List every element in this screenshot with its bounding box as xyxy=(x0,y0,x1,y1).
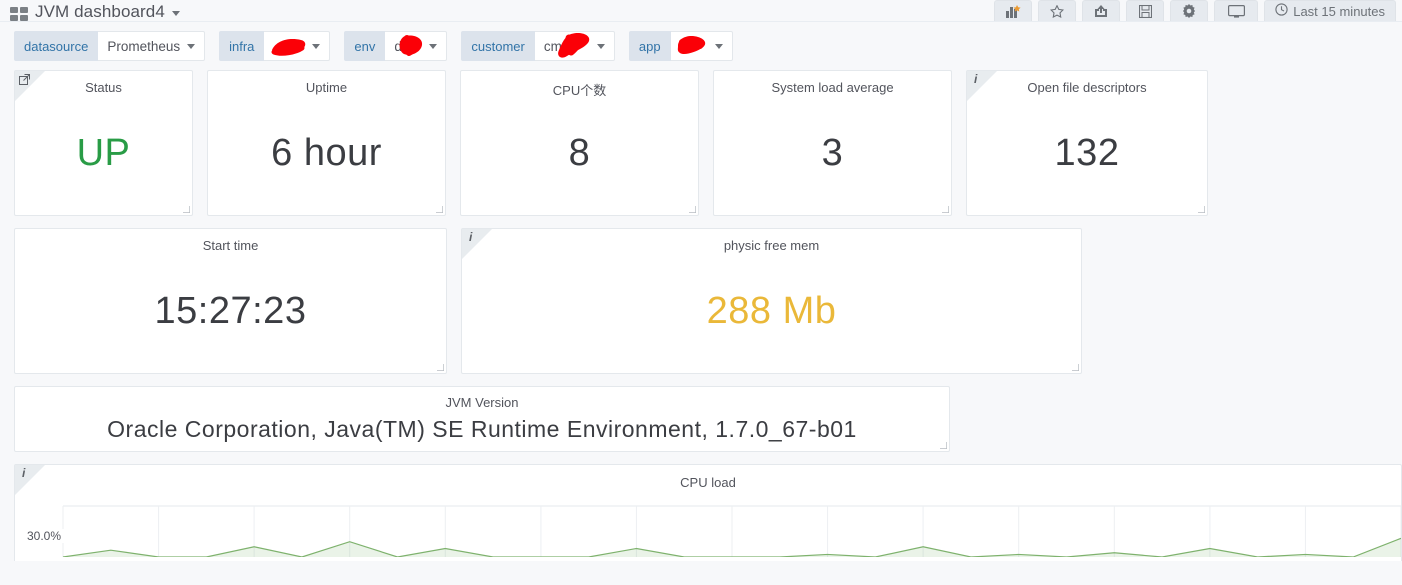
panel-title: Open file descriptors xyxy=(1027,80,1147,95)
star-button[interactable] xyxy=(1038,0,1077,21)
cpu-load-chart[interactable]: 30.0% xyxy=(15,491,1401,557)
graph-row: i CPU load 30.0% xyxy=(0,464,1402,561)
panel-title: CPU个数 xyxy=(552,83,607,98)
redaction-mark xyxy=(268,33,310,59)
template-var-value[interactable] xyxy=(670,31,733,61)
panel-jvm-version[interactable]: JVM Version Oracle Corporation, Java(TM)… xyxy=(14,386,950,452)
redaction-mark xyxy=(672,32,712,60)
panel-resize-handle[interactable] xyxy=(1196,204,1205,213)
panel-value: 3 xyxy=(821,131,844,174)
template-var-customer[interactable]: customer cm xyxy=(461,31,615,61)
template-var-label: infra xyxy=(219,31,265,61)
save-button[interactable] xyxy=(1126,0,1165,21)
panel-value: 8 xyxy=(568,131,591,174)
chevron-down-icon xyxy=(596,43,605,49)
page-title[interactable]: JVM dashboard4 xyxy=(35,3,165,21)
y-axis-tick-label: 30.0% xyxy=(27,529,65,543)
panel-title: JVM Version xyxy=(445,395,519,410)
panel-open-file-descriptors[interactable]: i Open file descriptors 132 xyxy=(966,70,1208,216)
panel-value: 288 Mb xyxy=(706,289,837,332)
panel-row-3: JVM Version Oracle Corporation, Java(TM)… xyxy=(14,386,1388,452)
template-var-env[interactable]: env d xyxy=(344,31,448,61)
panel-resize-handle[interactable] xyxy=(687,204,696,213)
template-var-value[interactable]: d xyxy=(385,31,448,61)
panel-uptime[interactable]: Uptime 6 hour xyxy=(207,70,446,216)
panel-system-load-average[interactable]: System load average 3 xyxy=(713,70,952,216)
panel-resize-handle[interactable] xyxy=(181,204,190,213)
panel-title: physic free mem xyxy=(723,238,820,253)
chevron-down-icon xyxy=(714,43,723,49)
panel-title: CPU load xyxy=(680,475,736,490)
time-range-picker[interactable]: Last 15 minutes xyxy=(1264,0,1396,21)
panel-title: Start time xyxy=(202,238,259,253)
panel-info-corner[interactable] xyxy=(967,71,997,101)
template-var-infra[interactable]: infra xyxy=(219,31,331,61)
template-var-datasource[interactable]: datasource Prometheus xyxy=(14,31,206,61)
top-navbar: JVM dashboard4 Last 15 minutes xyxy=(0,0,1402,22)
info-icon[interactable]: i xyxy=(469,231,472,243)
info-icon[interactable]: i xyxy=(22,467,25,479)
panel-value: 15:27:23 xyxy=(154,289,307,332)
cpu-load-chart-svg xyxy=(62,505,1401,557)
time-range-label: Last 15 minutes xyxy=(1293,3,1385,19)
panel-resize-handle[interactable] xyxy=(1070,362,1079,371)
dashboard-grid-icon xyxy=(10,7,28,21)
panel-resize-handle[interactable] xyxy=(435,362,444,371)
template-var-value[interactable] xyxy=(264,31,331,61)
navbar-left: JVM dashboard4 xyxy=(10,3,180,21)
clock-icon xyxy=(1275,3,1288,19)
template-var-value-text: cm xyxy=(543,38,562,54)
chevron-down-icon[interactable] xyxy=(171,11,180,16)
external-link-icon[interactable] xyxy=(19,74,30,85)
panel-resize-handle[interactable] xyxy=(940,204,949,213)
template-var-value-text: Prometheus xyxy=(107,38,181,54)
template-var-label: env xyxy=(344,31,386,61)
panel-cpu-count[interactable]: CPU个数 8 xyxy=(460,70,699,216)
template-var-label: customer xyxy=(461,31,535,61)
share-button[interactable] xyxy=(1082,0,1121,21)
panel-row-2: Start time 15:27:23 i physic free mem 28… xyxy=(14,228,1388,374)
template-var-label: datasource xyxy=(14,31,99,61)
panel-physic-free-mem[interactable]: i physic free mem 288 Mb xyxy=(461,228,1082,374)
dashboard-body: Status UP Uptime 6 hour CPU个数 8 System l… xyxy=(0,70,1402,452)
panel-resize-handle[interactable] xyxy=(434,204,443,213)
panel-value: UP xyxy=(76,131,131,174)
panel-row-1: Status UP Uptime 6 hour CPU个数 8 System l… xyxy=(14,70,1388,216)
add-panel-button[interactable] xyxy=(994,0,1033,21)
settings-button[interactable] xyxy=(1170,0,1209,21)
kiosk-button[interactable] xyxy=(1214,0,1259,21)
template-var-value-text: d xyxy=(394,38,402,54)
panel-cpu-load[interactable]: i CPU load 30.0% xyxy=(14,464,1402,561)
template-var-label: app xyxy=(628,31,671,61)
panel-value: 132 xyxy=(1054,131,1120,174)
template-variables-bar: datasource Prometheus infra env d custom… xyxy=(0,22,1402,70)
template-var-value[interactable]: cm xyxy=(534,31,615,61)
panel-title: System load average xyxy=(771,80,894,95)
panel-value: Oracle Corporation, Java(TM) SE Runtime … xyxy=(107,415,857,442)
info-icon[interactable]: i xyxy=(974,73,977,85)
chevron-down-icon xyxy=(312,43,321,49)
template-var-value[interactable]: Prometheus xyxy=(98,31,206,61)
template-var-app[interactable]: app xyxy=(628,31,733,61)
panel-info-corner[interactable] xyxy=(462,229,492,259)
chevron-down-icon xyxy=(429,43,438,49)
panel-resize-handle[interactable] xyxy=(938,440,947,449)
panel-start-time[interactable]: Start time 15:27:23 xyxy=(14,228,447,374)
panel-title: Uptime xyxy=(305,80,348,95)
chevron-down-icon xyxy=(187,43,196,49)
panel-value: 6 hour xyxy=(271,131,382,174)
panel-status[interactable]: Status UP xyxy=(14,70,193,216)
navbar-actions: Last 15 minutes xyxy=(994,0,1396,21)
